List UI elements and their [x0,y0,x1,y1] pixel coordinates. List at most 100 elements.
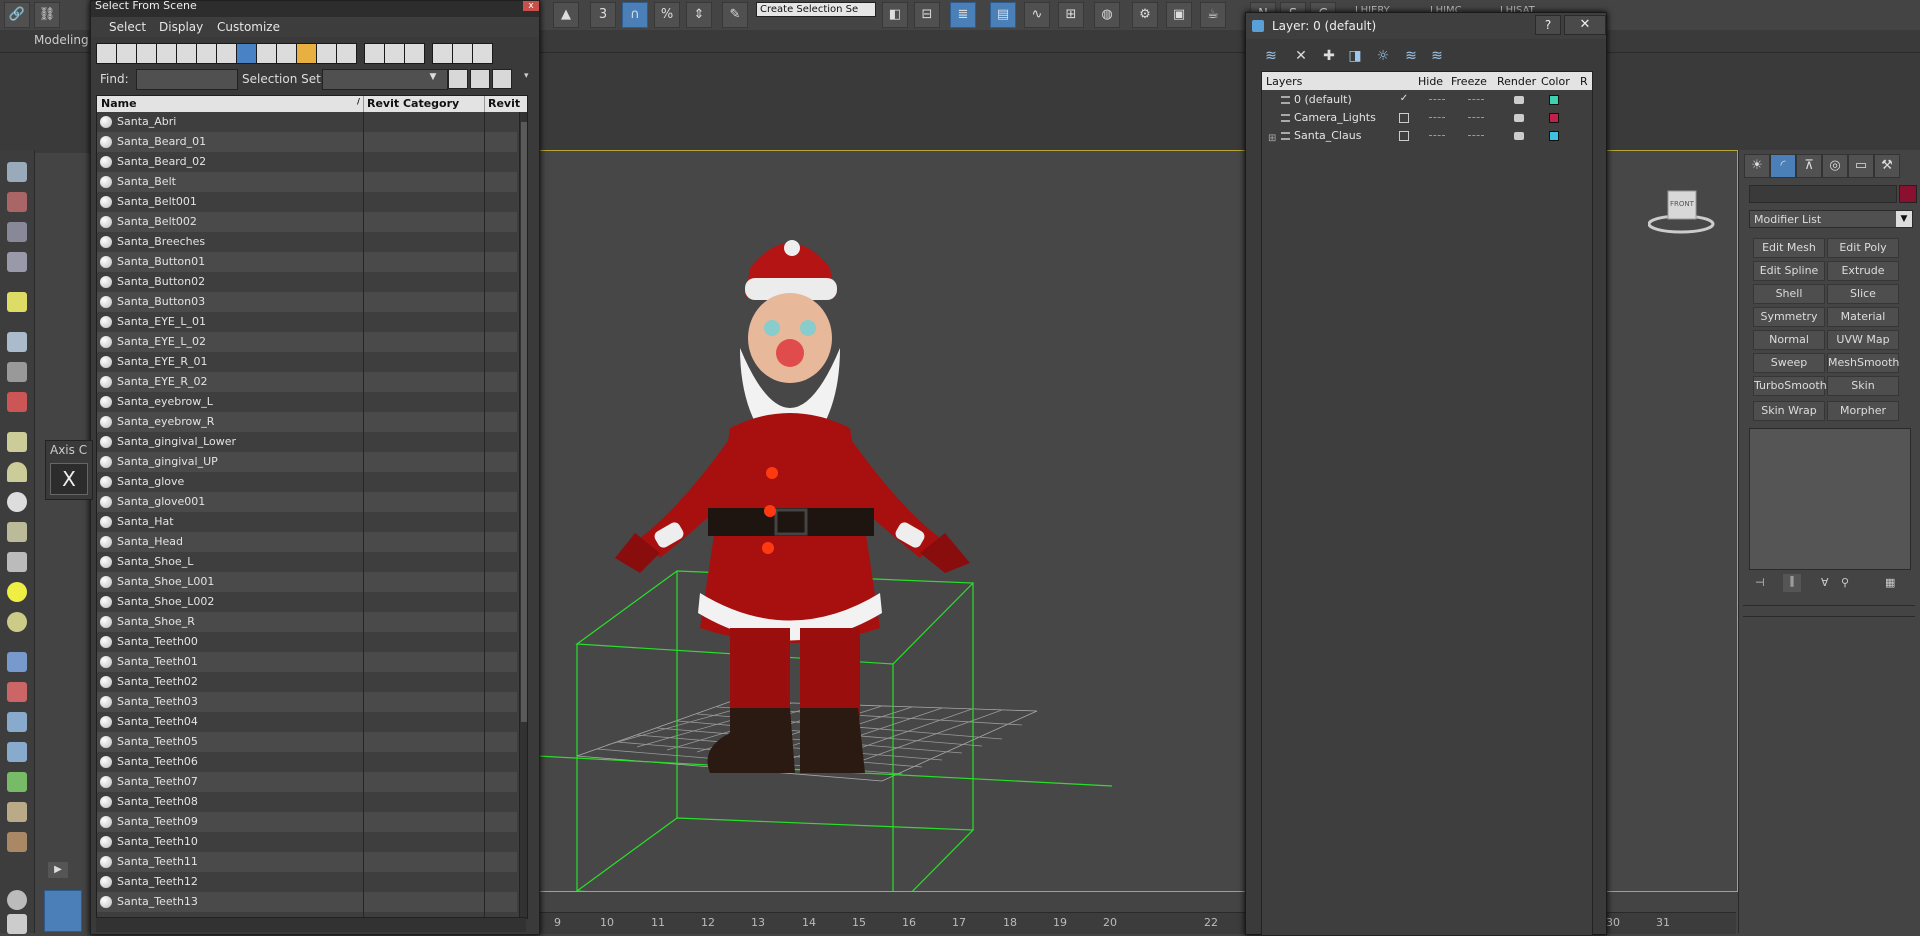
freeze-toggle[interactable] [1468,135,1484,137]
find-input[interactable] [136,69,238,90]
column-render[interactable]: Render [1497,75,1536,88]
modifier-button[interactable]: Shell [1753,284,1825,304]
modifier-button[interactable]: Edit Mesh [1753,238,1825,258]
column-name[interactable]: Name [101,97,137,110]
camera-icon[interactable] [7,332,27,352]
column-hide[interactable]: Hide [1418,75,1443,88]
table-row[interactable]: Santa_Beard_02 [97,152,517,172]
horizontal-scrollbar[interactable] [96,917,526,932]
table-row[interactable]: Santa_Belt [97,172,517,192]
pin-stack-icon[interactable]: ⊣ [1755,576,1765,589]
column-freeze[interactable]: Freeze [1451,75,1487,88]
table-row[interactable]: Santa_Shoe_L002 [97,592,517,612]
table-row[interactable]: Santa_Teeth03 [97,692,517,712]
disc-icon[interactable] [7,612,27,632]
table-row[interactable]: Santa_EYE_L_02 [97,332,517,352]
display-none-icon[interactable] [364,43,385,64]
table-row[interactable]: Santa_Teeth02 [97,672,517,692]
modifier-button[interactable]: MeshSmooth [1827,353,1899,373]
display-containers-icon[interactable] [276,43,297,64]
table-icon[interactable] [7,252,27,272]
ribbon-toggle-icon[interactable]: ▤ [990,2,1016,28]
display-frozen-icon[interactable] [296,43,317,64]
vertical-scrollbar[interactable] [519,112,527,918]
utilities-tab-icon[interactable]: ⚒ [1874,154,1900,178]
table-row[interactable]: Santa_eyebrow_L [97,392,517,412]
freeze-toggle[interactable] [1468,99,1484,101]
teapot-icon[interactable] [7,162,27,182]
display-tab-icon[interactable]: ▭ [1848,154,1874,178]
column-revit[interactable]: Revit [488,97,520,110]
sun-icon[interactable] [7,582,27,602]
hide-toggle[interactable] [1429,117,1445,119]
table-row[interactable]: Santa_Teeth13 [97,892,517,912]
hide-toggle[interactable] [1429,135,1445,137]
rendered-frame-icon[interactable]: ▣ [1166,2,1192,28]
snap-3d-icon[interactable]: 3 [590,2,616,28]
display-hidden-icon[interactable] [316,43,337,64]
document-icon[interactable] [7,222,27,242]
table-row[interactable]: Santa_EYE_L_01 [97,312,517,332]
active-tool-button[interactable] [44,890,82,932]
render-teapot-icon[interactable] [1514,96,1524,104]
gear-icon[interactable] [7,742,27,762]
display-xrefs-icon[interactable] [236,43,257,64]
table-row[interactable]: Santa_Button01 [97,252,517,272]
table-row[interactable]: Santa_Teeth04 [97,712,517,732]
globe-icon[interactable] [7,890,27,910]
modifier-button[interactable]: Sweep [1753,353,1825,373]
space-warp-icon[interactable] [7,392,27,412]
expand-options-icon[interactable]: ▾ [524,71,529,81]
modifier-list-dropdown[interactable]: Modifier List ▼ [1749,210,1913,228]
align-icon[interactable]: ⊟ [914,2,940,28]
close-button[interactable]: ✕ [1564,15,1606,35]
table-row[interactable]: Santa_Belt001 [97,192,517,212]
modifier-button[interactable]: Morpher [1827,401,1899,421]
table-row[interactable]: Santa_Teeth10 [97,832,517,852]
filter-options-icon[interactable] [452,43,473,64]
display-helpers-icon[interactable] [176,43,197,64]
table-row[interactable]: Santa_Shoe_L001 [97,572,517,592]
table-row[interactable]: Santa_glove001 [97,492,517,512]
render-icon[interactable]: ☕ [1200,2,1226,28]
save-selection-set-icon[interactable] [448,69,468,89]
table-row[interactable]: Santa_Teeth09 [97,812,517,832]
angle-snap-icon[interactable]: ∩ [622,2,648,28]
table-row[interactable]: Santa_Shoe_L [97,552,517,572]
layer-row[interactable]: ⊞ Santa_Claus [1262,127,1592,145]
table-row[interactable]: Santa_Button03 [97,292,517,312]
modify-tab-icon[interactable]: ◜ [1770,154,1796,178]
curve-editor-icon[interactable]: ∿ [1024,2,1050,28]
mirror-icon[interactable]: ◧ [882,2,908,28]
table-row[interactable]: Santa_Breeches [97,232,517,252]
modifier-button[interactable]: Edit Spline [1753,261,1825,281]
freeze-toggle[interactable] [1468,117,1484,119]
bone-icon[interactable] [7,682,27,702]
table-row[interactable]: Santa_Abri [97,112,517,132]
table-row[interactable]: Santa_Belt002 [97,212,517,232]
modifier-stack[interactable] [1749,428,1911,570]
menu-display[interactable]: Display [159,20,203,34]
display-all-icon[interactable] [336,43,357,64]
modifier-button[interactable]: Slice [1827,284,1899,304]
layer-manager-icon[interactable]: ≣ [950,2,976,28]
table-row[interactable]: Santa_Teeth00 [97,632,517,652]
chevron-down-icon[interactable]: ▼ [426,70,440,85]
table-row[interactable]: Santa_Teeth05 [97,732,517,752]
foliage-icon[interactable] [7,772,27,792]
display-groups-icon[interactable] [216,43,237,64]
configure-sets-icon[interactable]: ▦ [1885,576,1895,589]
modifier-button[interactable]: Material [1827,307,1899,327]
table-row[interactable]: Santa_Hat [97,512,517,532]
hide-all-icon[interactable]: ≋ [1402,47,1420,65]
render-teapot-icon[interactable] [1514,114,1524,122]
light-icon[interactable] [7,292,27,312]
box-icon[interactable] [7,432,27,452]
unlink-icon[interactable]: ⛓ [34,2,60,28]
invert-display-icon[interactable] [384,43,405,64]
tab-modeling[interactable]: Modeling [34,33,89,47]
display-bones-icon[interactable] [256,43,277,64]
column-color[interactable]: Color [1541,75,1570,88]
selection-set-dropdown[interactable]: Create Selection Se [756,2,876,17]
current-layer-check[interactable] [1399,113,1409,123]
